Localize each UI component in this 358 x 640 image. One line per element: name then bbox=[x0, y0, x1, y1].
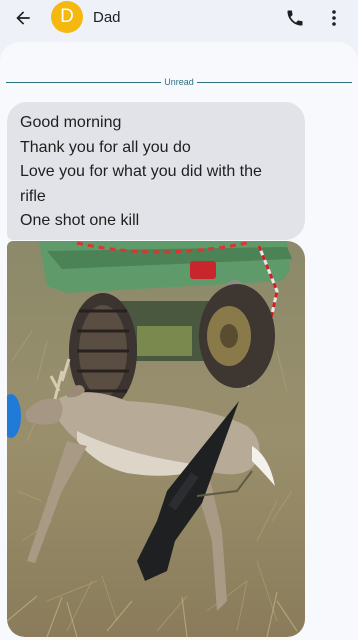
contact-name[interactable]: Dad bbox=[93, 9, 121, 26]
back-button[interactable] bbox=[10, 6, 36, 30]
call-button[interactable] bbox=[285, 8, 305, 28]
arrow-back-icon bbox=[16, 11, 30, 25]
top-app-bar: D Dad bbox=[0, 0, 358, 36]
message-line: One shot one kill bbox=[20, 212, 140, 229]
avatar-initial: D bbox=[60, 6, 74, 27]
message-line: Good morning bbox=[20, 114, 122, 131]
divider-line bbox=[6, 81, 162, 83]
phone-icon bbox=[287, 10, 303, 26]
incoming-message-bubble[interactable]: Good morning Thank you for all you do Lo… bbox=[7, 102, 305, 240]
photo-attachment[interactable] bbox=[7, 241, 305, 637]
more-vert-icon bbox=[332, 10, 336, 26]
unread-label: Unread bbox=[164, 77, 194, 87]
message-line: Love you for what you did with the bbox=[20, 163, 262, 180]
attachment-image bbox=[7, 241, 305, 637]
divider-line bbox=[196, 81, 352, 83]
message-line: Thank you for all you do bbox=[20, 138, 191, 156]
contact-avatar[interactable]: D bbox=[51, 1, 83, 33]
more-options-button[interactable] bbox=[326, 8, 342, 28]
unread-divider: Unread bbox=[6, 75, 352, 89]
message-line: rifle bbox=[20, 187, 46, 205]
